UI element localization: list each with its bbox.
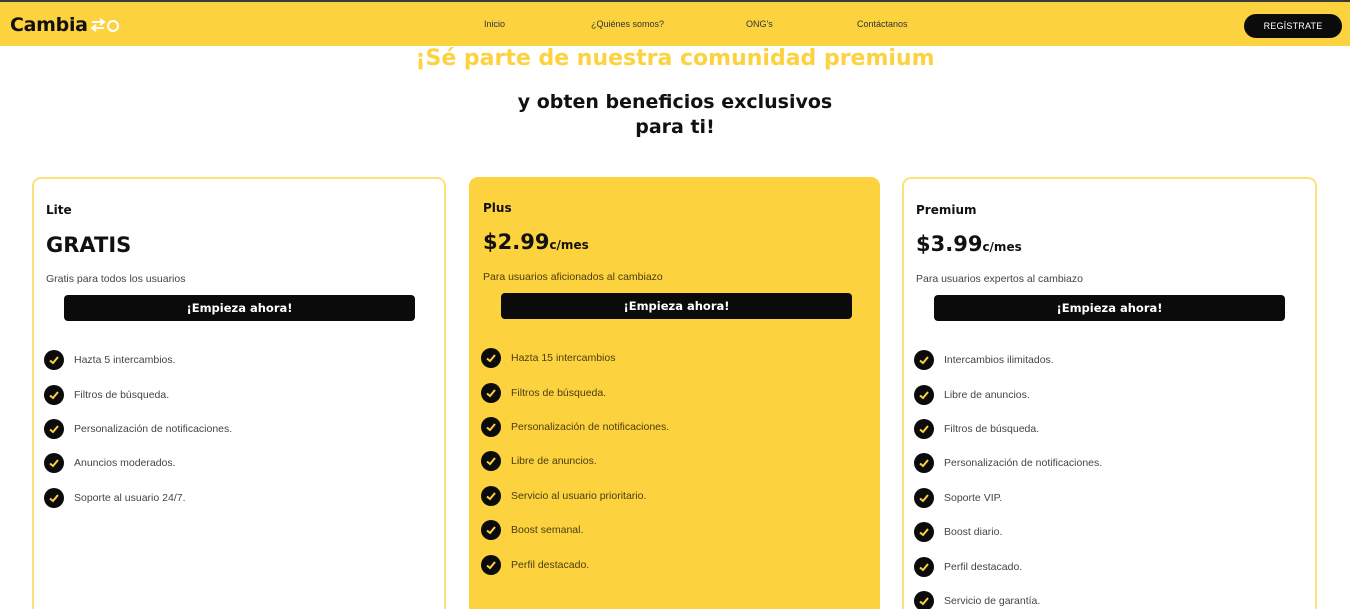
plan-name: Lite [46, 203, 72, 217]
check-icon [481, 485, 501, 506]
check-icon [44, 384, 64, 405]
plan-description: Para usuarios aficionados al cambiazo [483, 271, 663, 283]
plan-card-lite: Lite GRATIS Gratis para todos los usuari… [32, 177, 446, 609]
plan-card-plus: Plus $2.99c/mes Para usuarios aficionado… [469, 177, 880, 609]
feature-item: Perfil destacado. [481, 547, 669, 581]
plan-price: GRATIS [46, 233, 131, 257]
check-icon [44, 453, 64, 474]
feature-item: Hazta 5 intercambios. [44, 343, 232, 377]
feature-list: Hazta 5 intercambios. Filtros de búsqued… [44, 343, 232, 515]
start-now-button[interactable]: ¡Empieza ahora! [64, 295, 415, 321]
feature-item: Anuncios moderados. [44, 446, 232, 480]
plan-description: Gratis para todos los usuarios [46, 273, 186, 285]
feature-label: Boost semanal. [511, 524, 584, 537]
feature-label: Soporte al usuario 24/7. [74, 491, 186, 504]
check-icon [914, 350, 934, 371]
swap-arrows-icon [90, 18, 119, 32]
feature-label: Servicio de garantía. [944, 594, 1041, 607]
check-icon [44, 350, 64, 371]
feature-item: Personalización de notificaciones. [914, 446, 1102, 480]
feature-item: Filtros de búsqueda. [914, 412, 1102, 446]
feature-item: Hazta 15 intercambios [481, 341, 669, 375]
nav-link-inicio[interactable]: Inicio [484, 19, 505, 29]
feature-label: Hazta 15 intercambios [511, 352, 616, 365]
check-icon [914, 590, 934, 609]
feature-item: Intercambios ilimitados. [914, 343, 1102, 377]
nav-link-quienes-somos[interactable]: ¿Quiénes somos? [591, 19, 664, 29]
nav-link-contactanos[interactable]: Contáctanos [857, 19, 908, 29]
feature-item: Soporte al usuario 24/7. [44, 481, 232, 515]
check-icon [481, 416, 501, 437]
brand-logo[interactable]: Cambia [10, 13, 120, 37]
feature-label: Perfil destacado. [511, 558, 590, 571]
feature-label: Servicio al usuario prioritario. [511, 489, 647, 502]
feature-label: Filtros de búsqueda. [74, 388, 170, 401]
feature-label: Personalización de notificaciones. [944, 457, 1103, 470]
check-icon [914, 556, 934, 577]
brand-name: Cambia [10, 14, 88, 36]
feature-label: Perfil destacado. [944, 560, 1023, 573]
price-amount: $3.99 [916, 232, 983, 256]
feature-item: Soporte VIP. [914, 481, 1102, 515]
check-icon [481, 554, 501, 575]
feature-item: Perfil destacado. [914, 549, 1102, 583]
check-icon [44, 487, 64, 508]
feature-label: Personalización de notificaciones. [74, 422, 233, 435]
feature-label: Intercambios ilimitados. [944, 354, 1054, 367]
check-icon [914, 418, 934, 439]
plan-name: Plus [483, 201, 512, 215]
feature-list: Hazta 15 intercambios Filtros de búsqued… [481, 341, 669, 582]
plan-price: $2.99c/mes [483, 230, 589, 254]
feature-item: Personalización de notificaciones. [481, 410, 669, 444]
feature-label: Hazta 5 intercambios. [74, 354, 176, 367]
plan-card-premium: Premium $3.99c/mes Para usuarios experto… [902, 177, 1317, 609]
feature-item: Filtros de búsqueda. [481, 375, 669, 409]
plan-price: $3.99c/mes [916, 232, 1022, 256]
top-navbar: Cambia Inicio ¿Quiénes somos? ONG's Cont… [0, 0, 1350, 46]
check-icon [481, 348, 501, 369]
hero-headline: ¡Sé parte de nuestra comunidad premium [415, 46, 935, 71]
price-amount: GRATIS [46, 233, 132, 257]
feature-label: Filtros de búsqueda. [511, 386, 607, 399]
feature-label: Boost diario. [944, 526, 1003, 539]
hero-subline: y obten beneficios exclusivos [517, 91, 833, 113]
feature-label: Soporte VIP. [944, 491, 1003, 504]
check-icon [481, 520, 501, 541]
feature-label: Anuncios moderados. [74, 457, 176, 470]
feature-item: Boost semanal. [481, 513, 669, 547]
feature-item: Boost diario. [914, 515, 1102, 549]
price-amount: $2.99 [483, 230, 550, 254]
start-now-button[interactable]: ¡Empieza ahora! [501, 293, 852, 319]
feature-item: Personalización de notificaciones. [44, 412, 232, 446]
check-icon [914, 522, 934, 543]
feature-label: Libre de anuncios. [511, 455, 597, 468]
register-button[interactable]: REGÍSTRATE [1244, 14, 1342, 38]
feature-label: Personalización de notificaciones. [511, 420, 670, 433]
check-icon [481, 382, 501, 403]
check-icon [481, 451, 501, 472]
feature-item: Servicio de garantía. [914, 584, 1102, 609]
check-icon [914, 384, 934, 405]
check-icon [914, 487, 934, 508]
start-now-button[interactable]: ¡Empieza ahora! [934, 295, 1285, 321]
plan-name: Premium [916, 203, 977, 217]
check-icon [44, 418, 64, 439]
check-icon [914, 453, 934, 474]
feature-item: Libre de anuncios. [481, 444, 669, 478]
price-unit: c/mes [982, 240, 1022, 254]
hero-subline-2: para ti! [635, 116, 715, 138]
nav-link-ongs[interactable]: ONG's [746, 19, 773, 29]
feature-list: Intercambios ilimitados. Libre de anunci… [914, 343, 1102, 609]
feature-item: Servicio al usuario prioritario. [481, 479, 669, 513]
plan-description: Para usuarios expertos al cambiazo [916, 273, 1083, 285]
feature-item: Libre de anuncios. [914, 377, 1102, 411]
feature-label: Libre de anuncios. [944, 388, 1030, 401]
price-unit: c/mes [549, 238, 589, 252]
feature-item: Filtros de búsqueda. [44, 377, 232, 411]
feature-label: Filtros de búsqueda. [944, 422, 1040, 435]
